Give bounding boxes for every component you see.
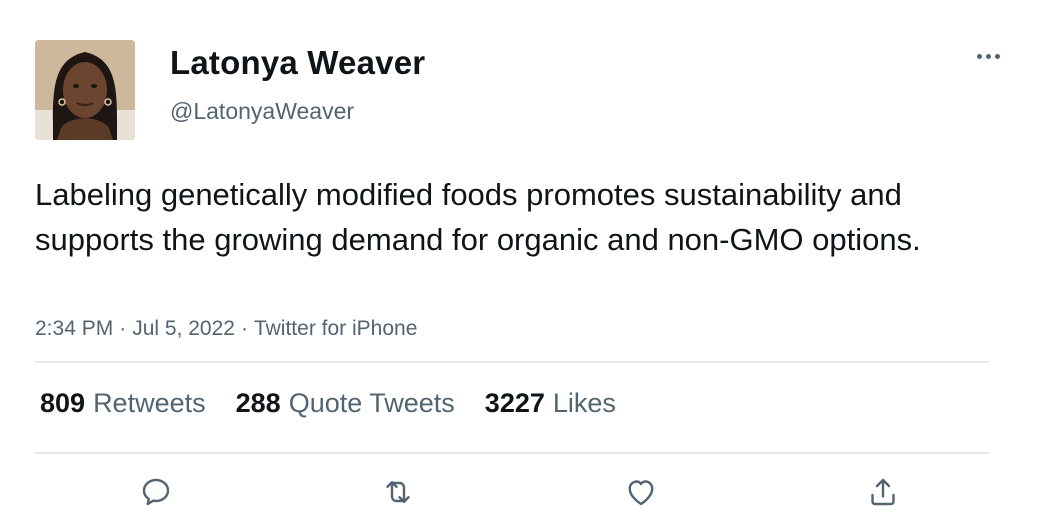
share-icon	[871, 478, 895, 506]
more-horizontal-icon	[976, 53, 982, 59]
retweets-count: 809	[40, 388, 86, 418]
like-button[interactable]	[619, 470, 663, 514]
likes-stat[interactable]: 3227 Likes	[485, 388, 616, 419]
reply-button[interactable]	[134, 470, 178, 514]
likes-count: 3227	[484, 388, 545, 418]
avatar-image	[35, 40, 135, 140]
handle[interactable]: @LatonyaWeaver	[170, 98, 354, 125]
retweet-button[interactable]	[376, 470, 420, 514]
likes-label: Likes	[552, 388, 616, 418]
retweets-label: Retweets	[93, 388, 206, 418]
more-button[interactable]	[968, 44, 1008, 68]
quote-tweets-label: Quote Tweets	[288, 388, 455, 418]
share-button[interactable]	[861, 470, 905, 514]
retweets-stat[interactable]: 809 Retweets	[40, 388, 206, 419]
display-name[interactable]: Latonya Weaver	[170, 44, 425, 82]
more-horizontal-icon-dot	[985, 53, 991, 59]
divider	[35, 452, 989, 454]
tweet-text: Labeling genetically modified foods prom…	[35, 177, 921, 257]
engagement-stats: 809 Retweets 288 Quote Tweets 3227 Likes	[40, 388, 616, 419]
action-bar	[0, 470, 1050, 520]
meta-separator: ·	[119, 317, 127, 340]
avatar[interactable]	[35, 40, 135, 140]
divider	[35, 361, 989, 363]
quote-tweets-stat[interactable]: 288 Quote Tweets	[236, 388, 455, 419]
tweet-date[interactable]: Jul 5, 2022	[132, 317, 235, 340]
meta-separator: ·	[240, 317, 248, 340]
tweet-source[interactable]: Twitter for iPhone	[254, 317, 417, 340]
tweet-meta: 2:34 PM · Jul 5, 2022 · Twitter for iPhone	[35, 317, 417, 341]
more-horizontal-icon-dot	[994, 53, 1000, 59]
retweet-icon	[386, 481, 410, 503]
tweet-time[interactable]: 2:34 PM	[35, 317, 113, 340]
heart-icon	[628, 480, 654, 506]
quote-tweets-count: 288	[235, 388, 281, 418]
reply-icon	[142, 478, 170, 506]
